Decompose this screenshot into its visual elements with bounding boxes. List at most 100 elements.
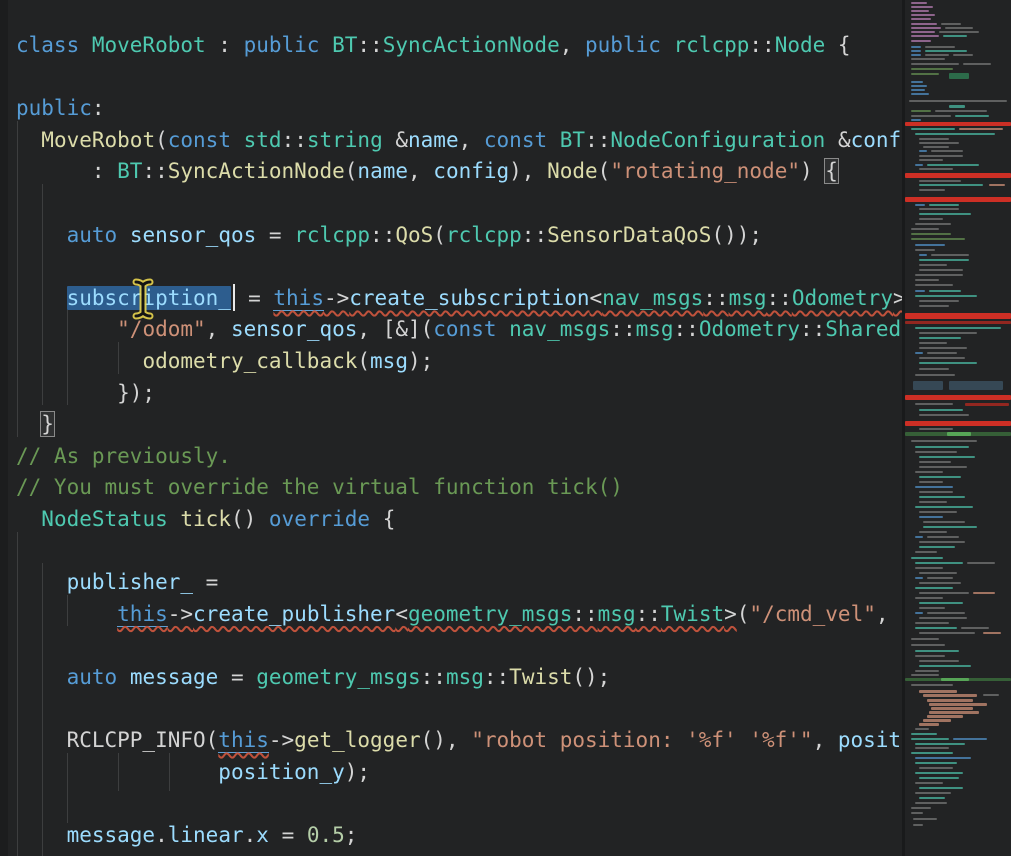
minimap-line-mark [915,747,949,749]
code-token: :: [282,128,307,152]
minimap-line-mark [919,617,967,619]
minimap-line-mark [919,155,963,157]
code-token: -> [269,728,294,752]
minimap-line-mark [919,357,965,359]
code-line[interactable] [16,788,1011,820]
code-line[interactable]: class MoveRobot : public BT::SyncActionN… [16,30,1011,62]
code-token: -> [168,602,193,626]
code-token: , [876,602,889,626]
minimap-line-mark [959,128,1003,130]
code-line[interactable]: auto sensor_qos = rclcpp::QoS(rclcpp::Se… [16,220,1011,252]
minimap-line-mark [949,73,969,79]
code-line[interactable]: RCLCPP_INFO(this->get_logger(), "robot p… [16,725,1011,757]
code-token: = [193,570,218,594]
minimap-line-mark [919,541,965,543]
minimap-line-mark [911,557,943,559]
code-line[interactable]: } [16,409,1011,441]
code-line[interactable]: : BT::SyncActionNode(name, config), Node… [16,156,1011,188]
minimap[interactable] [902,0,1011,856]
indent-guide [67,595,68,626]
minimap-line-mark [919,476,961,478]
minimap-line-mark [923,694,977,697]
minimap-line-mark [915,622,949,624]
minimap-line-mark [905,395,1011,400]
code-line[interactable] [16,62,1011,94]
minimap-line-mark [915,204,925,206]
minimap-line-mark [919,409,963,411]
code-token: BT [560,128,585,152]
code-line[interactable] [16,188,1011,220]
indent-guide [169,753,170,791]
code-token: const [484,128,547,152]
minimap-line-mark [947,432,971,436]
minimap-line-mark [919,142,959,144]
minimap-line-mark [919,531,947,533]
code-line[interactable] [16,536,1011,568]
code-line[interactable] [16,251,1011,283]
code-line[interactable]: auto message = geometry_msgs::msg::Twist… [16,662,1011,694]
minimap-line-mark [919,607,945,609]
code-token: rclcpp [294,223,370,247]
minimap-line-mark [915,403,953,405]
code-line[interactable]: public: [16,93,1011,125]
minimap-line-mark [919,546,955,548]
code-line[interactable]: // You must override the virtual functio… [16,472,1011,504]
code-token: < [589,286,602,310]
minimap-line-mark [911,128,955,130]
code-line[interactable]: this->create_publisher<geometry_msgs::ms… [16,599,1011,631]
minimap-line-mark [919,456,975,458]
minimap-line-mark [915,577,923,579]
minimap-line-mark [919,184,983,186]
minimap-line-mark [911,81,923,83]
code-token: -> [324,286,349,310]
code-line[interactable] [16,693,1011,725]
code-line[interactable]: subscription_ = this->create_subscriptio… [16,283,1011,315]
code-token: SyncActionNode [168,159,345,183]
code-line[interactable]: publisher_ = [16,567,1011,599]
minimap-line-mark [911,31,935,33]
code-area[interactable]: class MoveRobot : public BT::SyncActionN… [0,0,1011,856]
code-token: { [825,159,838,183]
minimap-line-mark [919,516,943,518]
code-token: position_y [218,760,344,784]
code-token: name [408,128,459,152]
minimap-line-mark [953,54,973,56]
code-token: :: [142,159,167,183]
code-token: get_logger [294,728,420,752]
minimap-line-mark [911,738,949,740]
minimap-line-mark [915,650,959,652]
minimap-line-mark [913,818,937,820]
minimap-line-mark [915,244,945,246]
minimap-line-mark [911,233,951,235]
minimap-line-mark [919,208,959,210]
minimap-line-mark [925,46,955,48]
code-token: . [244,823,257,847]
code-line[interactable]: "/odom", sensor_qos, [&](const nav_msgs:… [16,314,1011,346]
minimap-line-mark [911,674,939,676]
minimap-line-mark [915,670,939,672]
code-line[interactable]: MoveRobot(const std::string &name, const… [16,125,1011,157]
code-line[interactable]: NodeStatus tick() override { [16,504,1011,536]
minimap-line-mark [911,58,945,60]
minimap-line-mark [905,321,1011,324]
code-line[interactable]: }); [16,378,1011,410]
minimap-line-mark [931,254,969,256]
minimap-line-mark [905,421,1011,426]
code-token: nav_msgs [509,317,610,341]
minimap-line-mark [913,381,943,390]
indent-guide [42,563,43,856]
minimap-line-mark [915,587,953,589]
code-token: std [244,128,282,152]
code-line[interactable] [16,630,1011,662]
code-line[interactable]: message.linear.x = 0.5; [16,820,1011,852]
code-token: , [560,33,585,57]
minimap-line-mark [911,2,927,4]
minimap-line-mark [919,254,927,256]
code-line[interactable]: odometry_callback(msg); [16,346,1011,378]
code-token: : [92,96,105,120]
minimap-line-mark [915,762,957,764]
code-token: MoveRobot [92,33,206,57]
code-line[interactable]: position_y); [16,757,1011,789]
code-line[interactable]: // As previously. [16,441,1011,473]
minimap-line-mark [929,204,959,206]
